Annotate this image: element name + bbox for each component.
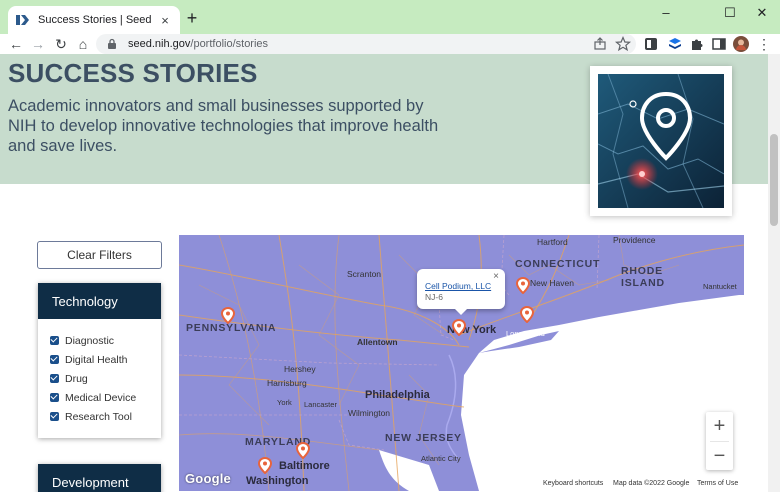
map-label-city: New Haven (530, 278, 574, 288)
story-marker-pin-icon[interactable] (452, 319, 466, 336)
side-panel-icon[interactable] (711, 36, 727, 52)
map-label-city: Hershey (284, 364, 316, 374)
scrollbar-thumb[interactable] (770, 134, 778, 226)
technology-filter-heading[interactable]: Technology (38, 283, 161, 319)
url-host: seed.nih.gov (128, 38, 191, 50)
map-info-popup: × Cell Podium, LLC NJ-6 (417, 269, 505, 315)
map-label-city: Philadelphia (365, 389, 430, 401)
filter-medical-device[interactable]: Medical Device (50, 388, 161, 407)
story-marker-pin-icon[interactable] (296, 442, 310, 459)
home-button[interactable]: ⌂ (73, 34, 93, 54)
browser-toolbar: ← → ↻ ⌂ seed.nih.gov/portfolio/stories ⋮ (0, 34, 780, 54)
back-button[interactable]: ← (6, 34, 26, 54)
map-label-state: ISLAND (621, 277, 665, 289)
filter-drug[interactable]: Drug (50, 369, 161, 388)
checkbox-checked[interactable] (50, 412, 59, 421)
map-label-city: Providence (613, 235, 656, 245)
map-label-city: Scranton (347, 269, 382, 279)
story-marker-pin-icon[interactable] (258, 457, 272, 474)
address-bar[interactable]: seed.nih.gov/portfolio/stories (96, 34, 636, 54)
tab-title: Success Stories | Seed (38, 14, 152, 26)
map-label-city: Atlantic City (421, 454, 461, 463)
page-viewport: SUCCESS STORIES Academic innovators and … (0, 54, 768, 492)
lock-icon (108, 38, 116, 49)
map-data-attribution: Map data ©2022 Google (610, 478, 693, 490)
page-title: SUCCESS STORIES (8, 58, 258, 88)
clear-filters-button[interactable]: Clear Filters (37, 241, 162, 269)
keyboard-shortcuts-link[interactable]: Keyboard shortcuts (540, 478, 607, 490)
maximize-button[interactable]: ☐ (712, 3, 748, 23)
map-location-pin-image (598, 74, 724, 208)
tab-close-icon[interactable]: × (158, 13, 172, 28)
seed-favicon-icon (16, 15, 29, 25)
filter-digital-health[interactable]: Digital Health (50, 350, 161, 369)
filter-label: Digital Health (65, 353, 128, 366)
technology-filter-list: Diagnostic Digital Health Drug Medical D… (38, 319, 161, 438)
map-label-city: York (277, 398, 292, 407)
url-text: seed.nih.gov/portfolio/stories (128, 38, 268, 50)
popup-company-link[interactable]: Cell Podium, LLC (425, 281, 505, 291)
checkbox-checked[interactable] (50, 336, 59, 345)
development-filter-panel: Development (38, 464, 161, 492)
browser-tab[interactable]: Success Stories | Seed × (8, 6, 180, 34)
stories-map[interactable]: PENNSYLVANIA CONNECTICUT RHODE ISLAND MA… (179, 235, 744, 491)
map-label-state: NEW JERSEY (385, 432, 462, 444)
filter-diagnostic[interactable]: Diagnostic (50, 331, 161, 350)
filter-label: Medical Device (65, 391, 137, 404)
popup-close-icon[interactable]: × (493, 271, 499, 282)
zoom-out-button[interactable]: − (706, 442, 733, 471)
bookmark-star-icon[interactable] (613, 34, 633, 54)
map-label-state: RHODE (621, 265, 663, 277)
reload-button[interactable]: ↻ (51, 34, 71, 54)
close-window-button[interactable]: ✕ (744, 3, 780, 23)
new-tab-button[interactable]: + (183, 8, 201, 28)
extension-grid-icon[interactable] (643, 36, 659, 52)
minimize-button[interactable]: – (648, 3, 684, 23)
story-marker-pin-icon[interactable] (516, 277, 530, 294)
map-label-city: Lancaster (304, 400, 337, 409)
map-label-state: CONNECTICUT (515, 258, 601, 270)
map-label-city: Baltimore (279, 460, 330, 472)
terms-of-use-link[interactable]: Terms of Use (694, 478, 742, 490)
filter-label: Research Tool (65, 410, 132, 423)
story-marker-pin-icon[interactable] (520, 306, 534, 323)
profile-avatar[interactable] (733, 36, 749, 52)
hero-image-card (590, 66, 732, 216)
checkbox-checked[interactable] (50, 393, 59, 402)
browser-menu-icon[interactable]: ⋮ (754, 34, 774, 54)
map-label-city: Allentown (357, 337, 398, 347)
map-label-city: Long Island (506, 329, 545, 338)
development-filter-heading[interactable]: Development (38, 464, 161, 492)
map-label-city: Washington (246, 475, 309, 487)
popup-district: NJ-6 (425, 292, 443, 302)
filter-research-tool[interactable]: Research Tool (50, 407, 161, 426)
filter-label: Drug (65, 372, 88, 385)
zoom-in-button[interactable]: + (706, 412, 733, 441)
map-label-city: Nantucket (703, 282, 737, 291)
map-zoom-control: + − (706, 412, 733, 470)
checkbox-checked[interactable] (50, 374, 59, 383)
checkbox-checked[interactable] (50, 355, 59, 364)
browser-titlebar: Success Stories | Seed × + – ☐ ✕ (0, 0, 780, 34)
extension-layers-icon[interactable] (667, 36, 683, 52)
technology-filter-panel: Technology Diagnostic Digital Health Dru… (38, 283, 161, 438)
page-subtitle: Academic innovators and small businesses… (8, 97, 439, 155)
map-label-city: Harrisburg (267, 378, 307, 388)
url-path: /portfolio/stories (190, 38, 269, 50)
share-icon[interactable] (590, 34, 610, 54)
google-logo[interactable]: Google (185, 471, 231, 486)
map-label-city: Hartford (537, 237, 568, 247)
page-scrollbar[interactable] (768, 54, 780, 492)
forward-button[interactable]: → (28, 34, 48, 54)
story-marker-pin-icon[interactable] (221, 307, 235, 324)
filter-label: Diagnostic (65, 334, 115, 347)
extensions-puzzle-icon[interactable] (689, 36, 705, 52)
map-label-city: Wilmington (348, 408, 391, 418)
